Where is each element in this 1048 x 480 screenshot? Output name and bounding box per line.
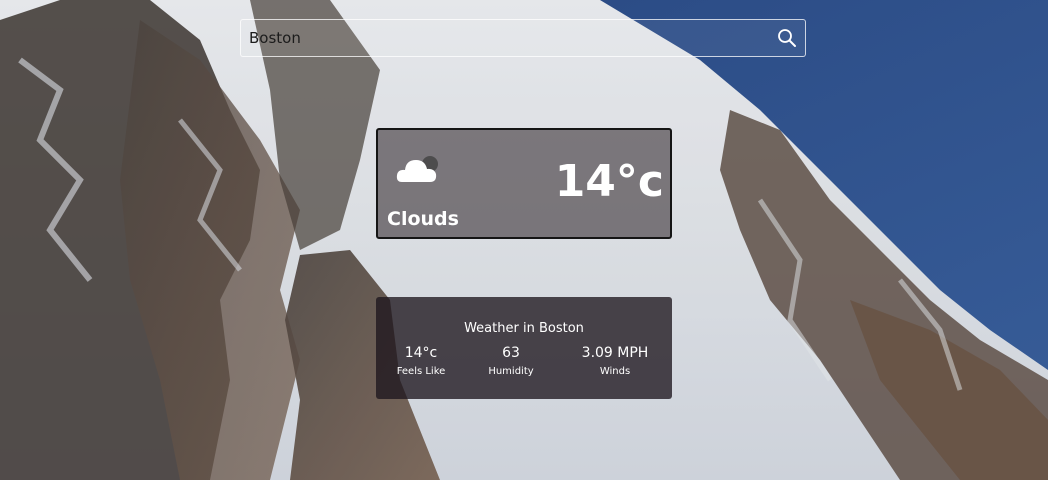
weather-app: Clouds 14°c Weather in Boston 14°c Feels…	[0, 0, 1048, 480]
mountain-background	[0, 0, 1048, 480]
humidity-label: Humidity	[488, 366, 534, 377]
feels-like-stat: 14°c Feels Like	[376, 344, 466, 377]
cloud-icon	[396, 156, 438, 182]
condition-label: Clouds	[387, 208, 459, 230]
search-bar	[240, 19, 806, 57]
humidity-stat: 63 Humidity	[466, 344, 556, 377]
feels-like-value: 14°c	[404, 345, 438, 361]
weather-details-card: Weather in Boston 14°c Feels Like 63 Hum…	[376, 297, 672, 399]
winds-stat: 3.09 MPH Winds	[570, 344, 660, 377]
feels-like-label: Feels Like	[396, 366, 446, 377]
current-weather-card: Clouds 14°c	[376, 128, 672, 239]
search-icon	[778, 29, 796, 47]
winds-label: Winds	[599, 366, 631, 377]
temperature-value: 14°c	[554, 156, 664, 207]
winds-value: 3.09 MPH	[581, 345, 649, 361]
details-heading: Weather in Boston	[464, 321, 584, 336]
search-input[interactable]	[247, 20, 767, 56]
humidity-value: 63	[502, 345, 520, 361]
search-button[interactable]	[773, 25, 801, 51]
